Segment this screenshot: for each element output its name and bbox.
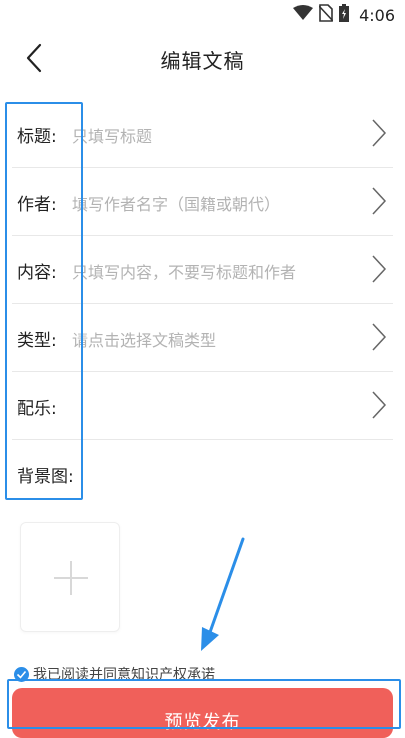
chevron-right-icon [372, 119, 387, 147]
chevron-right-icon [372, 255, 387, 283]
status-time: 4:06 [359, 5, 395, 25]
page-title: 编辑文稿 [160, 49, 245, 73]
content-field[interactable]: 只填写内容，不要写标题和作者 [72, 259, 296, 283]
nav-bar: 编辑文稿 [0, 30, 405, 86]
background-upload-button[interactable] [20, 522, 120, 632]
title-field[interactable]: 只填写标题 [72, 123, 152, 147]
type-field[interactable]: 请点击选择文稿类型 [72, 327, 216, 351]
status-icons: 4:06 [293, 4, 395, 26]
status-bar: 4:06 [0, 0, 405, 30]
annotation-arrow [201, 537, 245, 651]
no-sim-icon [318, 4, 334, 26]
chevron-right-icon [372, 391, 387, 419]
battery-icon [339, 4, 350, 26]
publish-highlight-box [7, 679, 401, 729]
plus-icon [54, 561, 88, 595]
author-field[interactable]: 填写作者名字（国籍或朝代） [72, 191, 280, 215]
chevron-right-icon [372, 187, 387, 215]
labels-highlight-box [5, 102, 83, 500]
chevron-right-icon [372, 323, 387, 351]
wifi-icon [293, 5, 314, 25]
